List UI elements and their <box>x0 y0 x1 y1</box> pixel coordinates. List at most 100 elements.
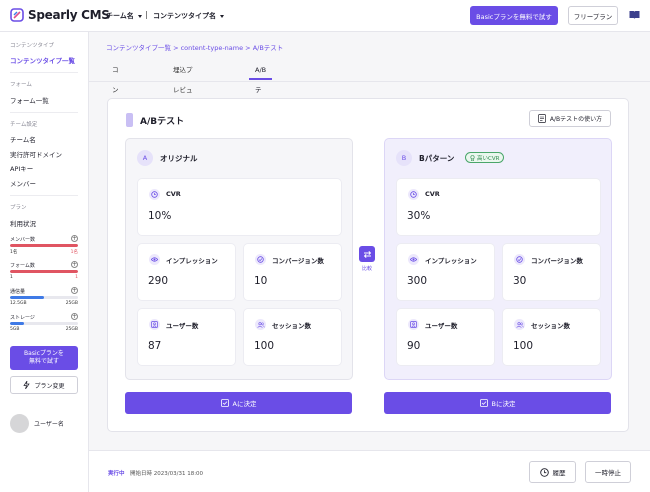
top-header: Spearly CMS チーム名 | コンテンツタイプ名 Basicプランを無料… <box>0 0 650 32</box>
metric-value: 87 <box>148 340 162 352</box>
metric-label: ユーザー数 <box>425 322 458 330</box>
decide-a-button[interactable]: Aに決定 <box>125 392 352 414</box>
footer-bar: 実行中 開始日時 2023/03/31 18:00 履歴 一時停止 <box>89 450 650 492</box>
usage-limit: 25GB <box>65 301 78 306</box>
checkbox-icon <box>220 399 229 407</box>
sidebar-item-usage[interactable]: 利用状況 <box>10 218 36 228</box>
sidebar-section-content-type: コンテンツタイプ <box>10 43 55 49</box>
howto-button[interactable]: A/Bテストの使い方 <box>529 110 611 127</box>
usage-label: ストレージ <box>10 315 35 321</box>
logo-text: Spearly CMS <box>28 8 110 22</box>
sidebar-trial-button[interactable]: Basicプランを 無料で試す <box>10 346 78 370</box>
decide-b-button[interactable]: Bに決定 <box>384 392 611 414</box>
spearly-logo-icon <box>10 8 24 22</box>
usage-bar-fill <box>10 322 24 325</box>
sidebar-item-content-type-list[interactable]: コンテンツタイプ一覧 <box>10 55 75 65</box>
content-type-select[interactable]: コンテンツタイプ名 <box>153 11 224 21</box>
high-cvr-label: 高いCVR <box>477 155 500 162</box>
metric-value: 100 <box>513 340 534 352</box>
status-badge: 実行中 <box>108 471 125 477</box>
book-icon[interactable] <box>629 10 640 20</box>
usage-label: メンバー数 <box>10 237 36 243</box>
usage-members: メンバー数 + 1名 1名 <box>10 235 78 255</box>
sidebar-divider <box>10 195 78 196</box>
team-select[interactable]: チーム名 <box>106 11 142 21</box>
metric-users: ユーザー数 90 <box>397 309 494 365</box>
usage-bar-fill <box>10 244 78 247</box>
swap-icon[interactable] <box>359 246 375 262</box>
user-menu[interactable]: ユーザー名 <box>10 414 64 433</box>
plan-button[interactable]: フリープラン <box>568 6 618 25</box>
users-icon <box>514 319 525 330</box>
tab-embed-preview[interactable]: 埋込プレビュー(Beta) <box>173 60 193 134</box>
header-separator: | <box>145 10 148 19</box>
sidebar-item-members[interactable]: メンバー <box>10 178 36 188</box>
sidebar-trial-line1: Basicプランを <box>24 350 64 357</box>
metric-value: 10% <box>148 210 172 222</box>
tab-divider <box>89 81 650 82</box>
user-icon <box>149 319 160 330</box>
checkbox-icon <box>479 399 488 407</box>
content-type-select-label: コンテンツタイプ名 <box>153 12 216 20</box>
user-icon <box>408 319 419 330</box>
add-icon[interactable]: + <box>71 313 78 320</box>
history-label: 履歴 <box>552 469 566 477</box>
add-icon[interactable]: + <box>71 235 78 242</box>
document-icon <box>538 114 546 123</box>
sidebar-section-plan: プラン <box>10 205 27 211</box>
pattern-a-name: オリジナル <box>160 154 198 163</box>
clock-icon <box>539 467 549 477</box>
logo[interactable]: Spearly CMS <box>10 8 110 22</box>
tab-content-edit[interactable]: コンテンツ編集 <box>112 60 119 194</box>
usage-label: フォーム数 <box>10 263 35 269</box>
usage-bar <box>10 244 78 247</box>
clock-icon <box>408 189 419 200</box>
check-circle-icon <box>255 254 266 265</box>
usage-bar <box>10 270 78 273</box>
history-button[interactable]: 履歴 <box>529 461 576 483</box>
sidebar-item-team-name[interactable]: チーム名 <box>10 134 36 144</box>
pause-button[interactable]: 一時停止 <box>585 461 631 483</box>
metric-cvr: CVR 10% <box>138 179 341 235</box>
sidebar-item-allowed-domains[interactable]: 実行許可ドメイン <box>10 149 62 159</box>
usage-bar-fill <box>10 296 44 299</box>
card-title: A/Bテスト <box>140 117 185 127</box>
compare-control[interactable]: 比較 <box>359 246 375 272</box>
sidebar-item-api-key[interactable]: APIキー <box>10 163 33 173</box>
metric-cvr: CVR 30% <box>397 179 600 235</box>
tab-ab-test[interactable]: A/Bテスト <box>249 60 273 134</box>
check-circle-icon <box>514 254 525 265</box>
sidebar-trial-line2: 無料で試す <box>28 358 59 365</box>
pattern-b-name: Bパターン <box>419 154 455 163</box>
metric-label: インプレッション <box>166 257 218 265</box>
usage-current: 5GB <box>10 327 20 332</box>
decide-a-label: Aに決定 <box>232 400 257 408</box>
usage-current: 1名 <box>10 250 18 255</box>
metric-value: 30 <box>513 275 527 287</box>
eye-icon <box>408 254 419 265</box>
usage-label: 通信量 <box>10 289 26 295</box>
metric-label: コンバージョン数 <box>531 257 583 265</box>
compare-label: 比較 <box>361 266 372 272</box>
trial-button[interactable]: Basicプランを無料で試す <box>470 6 558 25</box>
clock-icon <box>149 189 160 200</box>
metric-sessions: セッション数 100 <box>503 309 600 365</box>
usage-storage: ストレージ + 5GB 25GB <box>10 313 78 332</box>
sidebar-item-form-list[interactable]: フォーム一覧 <box>10 95 49 105</box>
metric-label: CVR <box>425 190 440 198</box>
metric-label: CVR <box>166 190 181 198</box>
add-icon[interactable]: + <box>71 287 78 294</box>
usage-forms: フォーム数 + 1 1 <box>10 261 78 280</box>
change-plan-button[interactable]: プラン変更 <box>10 376 78 394</box>
team-select-label: チーム名 <box>106 12 134 20</box>
metric-impressions: インプレッション 300 <box>397 244 494 300</box>
breadcrumb[interactable]: コンテンツタイプ一覧 > content-type-name > A/Bテスト <box>106 42 283 52</box>
decide-b-label: Bに決定 <box>491 400 516 408</box>
add-icon[interactable]: + <box>71 261 78 268</box>
metric-value: 90 <box>407 340 421 352</box>
title-accent <box>126 113 133 127</box>
sidebar-section-form: フォーム <box>10 82 32 88</box>
metric-value: 100 <box>254 340 275 352</box>
eye-icon <box>149 254 160 265</box>
change-plan-label: プラン変更 <box>34 382 65 390</box>
